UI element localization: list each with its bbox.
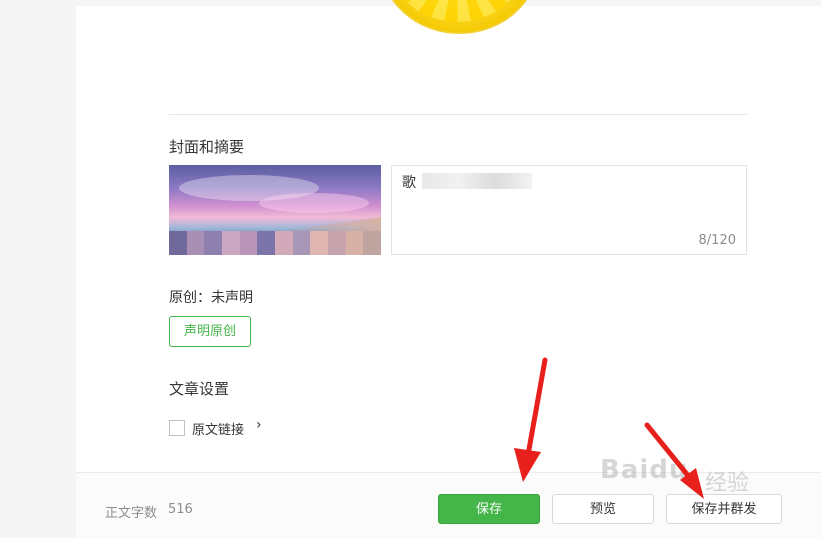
declare-original-button[interactable]: 声明原创 [169,316,251,347]
watermark-logo: Baidu [600,455,689,485]
editor-panel [76,6,821,537]
summary-textarea[interactable]: 歌 8/120 [391,165,747,255]
cloud-shape [259,193,369,213]
summary-text: 歌 [402,175,416,191]
cover-image-thumbnail[interactable] [169,165,381,255]
left-margin [0,0,76,537]
word-count-label: 正文字数 [105,506,158,521]
summary-char-count: 8/120 [698,233,736,248]
section-divider [169,114,747,115]
save-and-send-button[interactable]: 保存并群发 [666,494,782,524]
pixelated-strip [169,231,381,255]
original-link-label[interactable]: 原文链接 [192,419,244,438]
word-count-value: 516 [168,502,193,517]
cover-summary-heading: 封面和摘要 [169,138,245,156]
save-button[interactable]: 保存 [438,494,540,524]
article-settings-heading: 文章设置 [169,380,230,398]
watermark-text: 经验 [705,471,750,496]
blurred-text [422,173,532,189]
preview-button[interactable]: 预览 [552,494,654,524]
original-status-label: 原创：未声明 [169,290,253,306]
chevron-right-icon[interactable]: › [256,417,262,433]
original-link-checkbox[interactable] [169,420,185,436]
